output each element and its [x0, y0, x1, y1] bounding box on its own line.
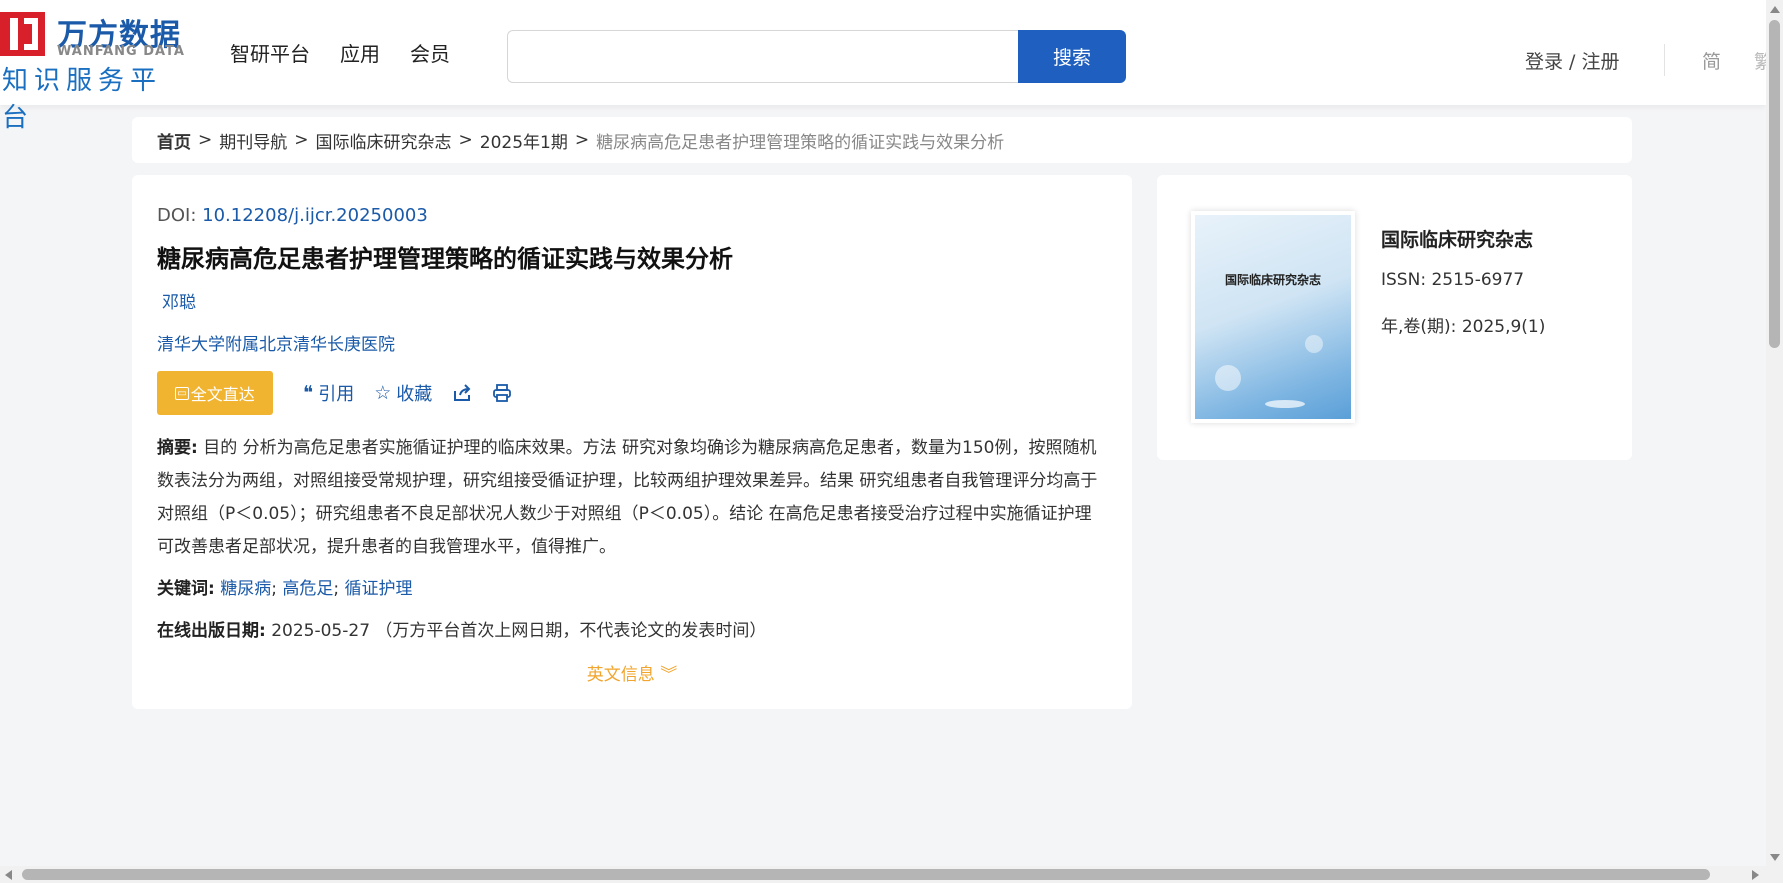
search-input[interactable]	[507, 30, 1020, 83]
issn-label: ISSN:	[1381, 270, 1427, 290]
issn-value: 2515-6977	[1431, 270, 1525, 290]
cite-button[interactable]: ❝ 引用	[303, 380, 354, 406]
scroll-down-icon[interactable]	[1770, 854, 1780, 861]
keywords-label: 关键词:	[157, 579, 215, 599]
keywords: 关键词: 糖尿病; 高危足; 循证护理	[157, 579, 413, 599]
journal-name[interactable]: 国际临床研究杂志	[1381, 225, 1533, 252]
vertical-scrollbar[interactable]	[1766, 0, 1783, 883]
journal-issn: ISSN: 2515-6977	[1381, 270, 1524, 290]
keyword-link[interactable]: 高危足	[282, 579, 333, 599]
cite-label: 引用	[318, 384, 355, 405]
favorite-button[interactable]: ☆ 收藏	[374, 380, 432, 406]
keyword-link[interactable]: 循证护理	[345, 579, 413, 599]
wanfang-logo[interactable]: 万方数据 WANFANG DATA 知识服务平台	[0, 10, 190, 133]
organization-link[interactable]: 清华大学附属北京清华长庚医院	[157, 330, 395, 355]
fulltext-button[interactable]: ▭ 全文直达	[157, 371, 273, 415]
english-info-label: 英文信息	[586, 665, 655, 685]
scroll-left-icon[interactable]	[5, 870, 12, 880]
article-title: 糖尿病高危足患者护理管理策略的循证实践与效果分析	[157, 245, 733, 273]
pubdate-note: （万方平台首次上网日期，不代表论文的发表时间）	[375, 621, 767, 641]
logo-mark-icon	[0, 12, 45, 56]
journal-card: 国际临床研究杂志 国际临床研究杂志 ISSN: 2515-6977 年,卷(期)…	[1157, 175, 1632, 460]
doi-label: DOI:	[157, 205, 197, 226]
breadcrumb-current: 糖尿病高危足患者护理管理策略的循证实践与效果分析	[596, 132, 1005, 153]
breadcrumb-separator: >	[294, 130, 309, 150]
search-bar: 搜索	[507, 30, 1127, 83]
breadcrumb-issue[interactable]: 2025年1期	[480, 128, 568, 153]
login-register-link[interactable]: 登录 / 注册	[1525, 47, 1619, 74]
header-divider	[1664, 44, 1665, 76]
star-icon: ☆	[374, 382, 392, 404]
breadcrumb-journal[interactable]: 国际临床研究杂志	[316, 128, 452, 153]
cover-decoration	[1305, 335, 1323, 353]
breadcrumb-separator: >	[458, 130, 473, 150]
lang-traditional-toggle[interactable]: 繁	[1754, 47, 1766, 74]
breadcrumb-home[interactable]: 首页	[157, 128, 191, 153]
print-button[interactable]	[492, 383, 512, 403]
action-bar: ▭ 全文直达 ❝ 引用 ☆ 收藏	[157, 371, 512, 415]
breadcrumb-separator: >	[574, 130, 590, 150]
english-info-toggle[interactable]: 英文信息 ︾	[132, 660, 1132, 685]
cover-decoration	[1215, 365, 1241, 391]
breadcrumb: 首页 > 期刊导航 > 国际临床研究杂志 > 2025年1期 > 糖尿病高危足患…	[132, 117, 1632, 163]
breadcrumb-separator: >	[198, 130, 213, 150]
abstract-text: 目的 分析为高危足患者实施循证护理的临床效果。方法 研究对象均确诊为糖尿病高危足…	[157, 438, 1098, 557]
quote-icon: ❝	[303, 382, 314, 404]
journal-volume: 年,卷(期): 2025,9(1)	[1381, 312, 1545, 337]
abstract: 摘要: 目的 分析为高危足患者实施循证护理的临床效果。方法 研究对象均确诊为糖尿…	[157, 432, 1102, 564]
abstract-label: 摘要:	[157, 438, 198, 458]
volume-value: 2025,9(1)	[1461, 317, 1546, 337]
share-button[interactable]	[452, 383, 472, 403]
pubdate-label: 在线出版日期:	[157, 621, 266, 641]
scroll-right-icon[interactable]	[1752, 870, 1759, 880]
journal-cover[interactable]: 国际临床研究杂志	[1191, 211, 1355, 423]
volume-label: 年,卷(期):	[1381, 317, 1457, 337]
scroll-up-icon[interactable]	[1770, 6, 1780, 13]
favorite-label: 收藏	[396, 384, 433, 405]
horizontal-scroll-thumb[interactable]	[22, 869, 1710, 880]
nav-item-member[interactable]: 会员	[410, 38, 450, 67]
keyword-link[interactable]: 糖尿病	[220, 579, 271, 599]
publication-date: 在线出版日期: 2025-05-27 （万方平台首次上网日期，不代表论文的发表时…	[157, 616, 766, 641]
doi-link[interactable]: 10.12208/j.ijcr.20250003	[202, 205, 428, 226]
cover-title: 国际临床研究杂志	[1224, 273, 1321, 287]
article-card: DOI: 10.12208/j.ijcr.20250003 糖尿病高危足患者护理…	[132, 175, 1132, 709]
share-icon	[454, 384, 471, 401]
top-header: 万方数据 WANFANG DATA 知识服务平台 智研平台 应用 会员 搜索 登…	[0, 0, 1766, 133]
horizontal-scrollbar[interactable]	[0, 866, 1766, 883]
free-icon: ▭	[175, 386, 189, 400]
vertical-scroll-thumb[interactable]	[1769, 20, 1780, 348]
double-chevron-down-icon: ︾	[660, 665, 678, 685]
cover-decoration	[1265, 400, 1305, 408]
search-button[interactable]: 搜索	[1018, 30, 1126, 83]
pubdate-value: 2025-05-27	[271, 621, 371, 641]
author-link[interactable]: 邓聪	[162, 288, 196, 313]
breadcrumb-journal-nav[interactable]: 期刊导航	[219, 128, 287, 153]
print-icon	[493, 384, 512, 402]
nav-item-zhiyan[interactable]: 智研平台	[230, 38, 310, 67]
nav-item-apps[interactable]: 应用	[340, 38, 380, 67]
main-nav: 智研平台 应用 会员	[230, 38, 450, 67]
lang-simplified-toggle[interactable]: 简	[1702, 47, 1721, 74]
fulltext-label: 全文直达	[190, 385, 255, 404]
doi-line: DOI: 10.12208/j.ijcr.20250003	[157, 205, 428, 226]
logo-en-text: WANFANG DATA	[57, 44, 185, 59]
